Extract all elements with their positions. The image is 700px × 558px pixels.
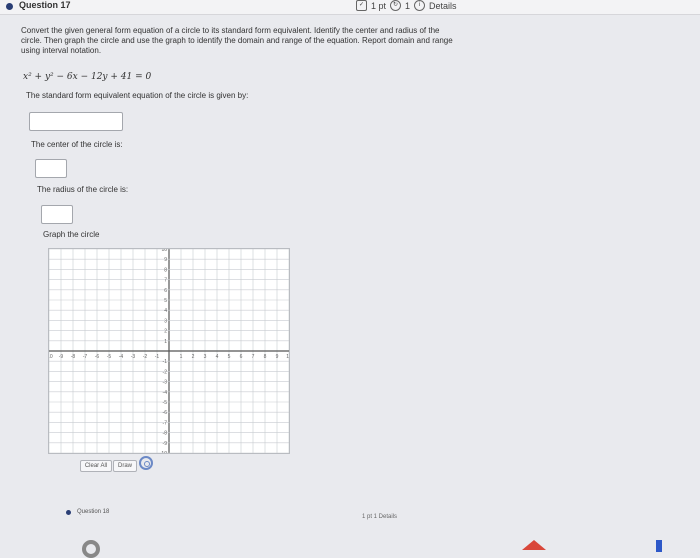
coordinate-grid[interactable]: -10 -9 -8 -7 -6 -5 -4 -3 -2 -1 1 2 3 4 5 6 7 8 9 10 10 9 8 7 6 5 4… xyxy=(49,249,289,453)
question-status-dot xyxy=(66,509,71,515)
y-tick-label: 7 xyxy=(164,278,167,284)
y-tick-label: -5 xyxy=(163,400,168,406)
x-tick-label: -1 xyxy=(155,354,160,360)
circle-icon xyxy=(82,540,100,558)
y-tick-label: 6 xyxy=(164,288,167,294)
x-tick-label: -6 xyxy=(95,354,100,360)
y-tick-label: 2 xyxy=(164,329,167,335)
y-tick-label: 5 xyxy=(164,298,167,304)
details-link[interactable]: Details xyxy=(429,1,457,11)
question-instructions: Convert the given general form equation … xyxy=(21,26,453,55)
y-tick-label: -2 xyxy=(163,369,168,375)
x-tick-label: -2 xyxy=(143,354,148,360)
y-tick-label: 8 xyxy=(164,267,167,273)
y-tick-label: -10 xyxy=(160,451,167,453)
chevron-up-icon xyxy=(522,540,546,550)
y-tick-label: 10 xyxy=(161,249,167,253)
x-tick-label: 8 xyxy=(264,354,267,360)
graph-canvas[interactable]: -10 -9 -8 -7 -6 -5 -4 -3 -2 -1 1 2 3 4 5 6 7 8 9 10 10 9 8 7 6 5 4… xyxy=(48,248,290,454)
clear-all-button[interactable]: Clear All xyxy=(80,460,112,472)
x-tick-label: 4 xyxy=(216,354,219,360)
scroll-indicator xyxy=(656,540,662,552)
y-tick-label: -7 xyxy=(163,420,168,426)
x-tick-label: -3 xyxy=(131,354,136,360)
center-prompt: The center of the circle is: xyxy=(31,140,123,149)
y-tick-label: -9 xyxy=(163,441,168,447)
y-tick-label: -6 xyxy=(163,410,168,416)
next-question-meta: 1 pt 1 Details xyxy=(362,514,398,520)
x-tick-label: 1 xyxy=(180,354,183,360)
checkbox-icon: ✓ xyxy=(356,0,367,11)
next-question-row[interactable]: Question 18 xyxy=(66,509,109,515)
y-tick-label: 4 xyxy=(164,308,167,314)
y-tick-label: 3 xyxy=(164,318,167,324)
question-meta: ✓ 1 pt ↻ 1 i Details xyxy=(356,0,457,11)
graph-prompt: Graph the circle xyxy=(43,230,100,239)
standard-form-input[interactable] xyxy=(29,112,123,131)
next-question-label[interactable]: Question 18 xyxy=(77,509,109,515)
y-tick-label: -1 xyxy=(163,359,168,365)
y-tick-label: 1 xyxy=(164,339,167,345)
y-tick-label: -4 xyxy=(163,390,168,396)
x-tick-label: -9 xyxy=(59,354,64,360)
circle-tool-icon[interactable] xyxy=(139,456,153,470)
x-tick-label: -7 xyxy=(83,354,88,360)
question-header: Question 17 ✓ 1 pt ↻ 1 i Details xyxy=(0,0,700,15)
details-icon[interactable]: i xyxy=(414,0,426,11)
center-input[interactable] xyxy=(35,159,67,178)
radius-input[interactable] xyxy=(41,205,73,224)
x-tick-label: 10 xyxy=(286,354,289,360)
radius-prompt: The radius of the circle is: xyxy=(37,185,129,194)
y-tick-label: -3 xyxy=(163,380,168,386)
x-tick-label: 2 xyxy=(192,354,195,360)
y-tick-label: 9 xyxy=(164,257,167,263)
x-tick-label: -4 xyxy=(119,354,124,360)
x-tick-label: -8 xyxy=(71,354,76,360)
x-tick-label: 7 xyxy=(252,354,255,360)
draw-button[interactable]: Draw xyxy=(113,460,137,472)
retries-count: 1 xyxy=(405,0,411,11)
question-status-dot xyxy=(6,3,13,10)
points-label: 1 pt xyxy=(371,0,387,11)
retry-icon: ↻ xyxy=(390,0,402,11)
x-tick-label: 9 xyxy=(276,354,279,360)
y-tick-label: -8 xyxy=(163,431,168,437)
x-tick-label: 5 xyxy=(228,354,231,360)
x-tick-label: -5 xyxy=(107,354,112,360)
standard-form-prompt: The standard form equivalent equation of… xyxy=(26,91,249,100)
question-title: Question 17 xyxy=(19,0,71,10)
x-tick-label: 3 xyxy=(204,354,207,360)
x-tick-label: -10 xyxy=(49,354,53,360)
x-tick-label: 6 xyxy=(240,354,243,360)
general-form-equation: x² + y² − 6x − 12y + 41 = 0 xyxy=(23,72,152,82)
